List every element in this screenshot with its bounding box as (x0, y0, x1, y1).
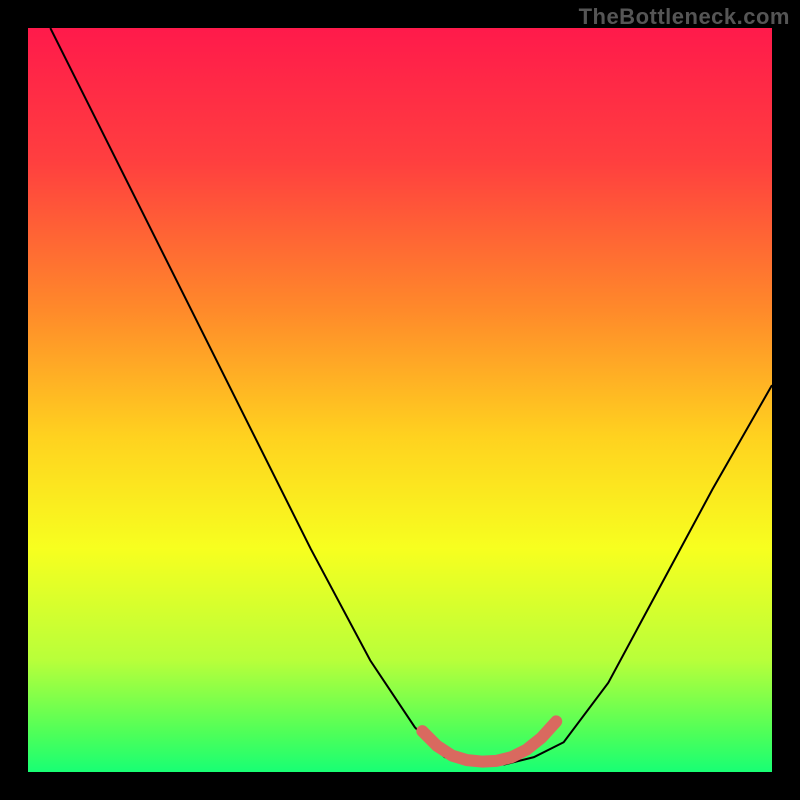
plot-area (28, 28, 772, 772)
watermark-text: TheBottleneck.com (579, 4, 790, 30)
gradient-background (28, 28, 772, 772)
chart-svg (28, 28, 772, 772)
chart-frame: TheBottleneck.com (0, 0, 800, 800)
